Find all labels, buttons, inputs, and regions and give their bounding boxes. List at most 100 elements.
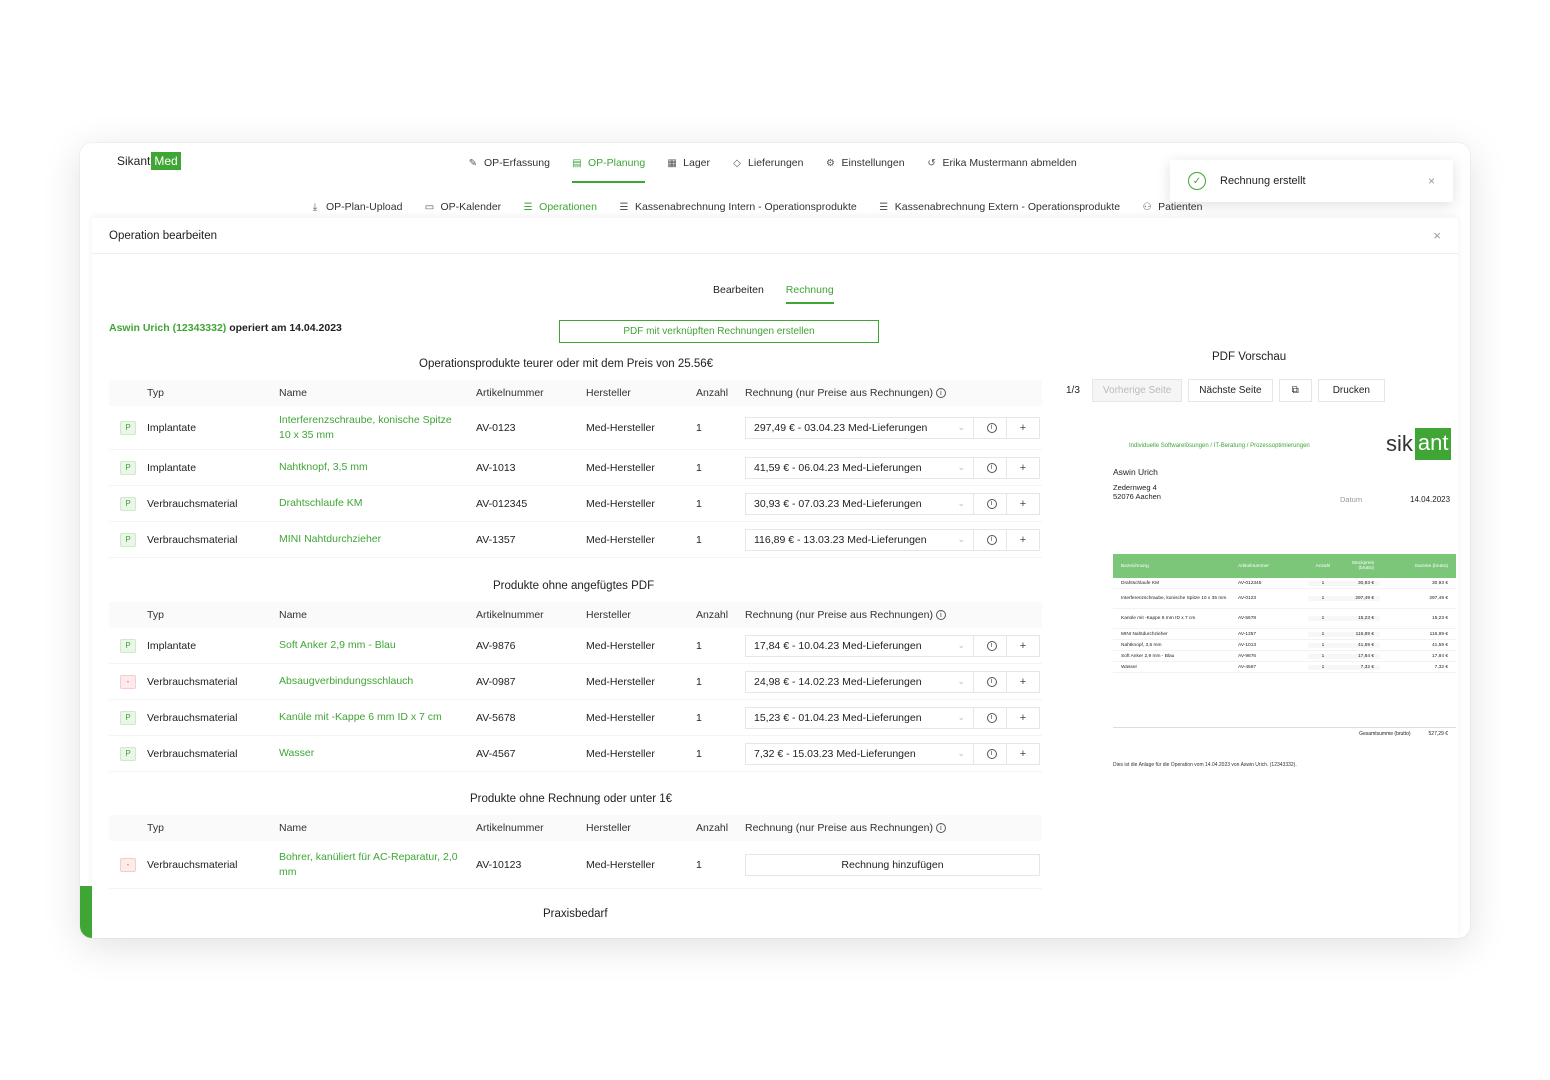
product-name-link[interactable]: Soft Anker 2,9 mm - Blau [279, 639, 396, 651]
invoice-cell: 30,93 € - 07.03.23 Med-Lieferungen ⌄ i + [745, 492, 1042, 515]
pdf-table-row: Interferenzschraube, konische Spitze 10 … [1113, 589, 1456, 609]
nav-item-lager[interactable]: ▦ Lager [667, 154, 710, 172]
invoice-select[interactable]: 30,93 € - 07.03.23 Med-Lieferungen ⌄ [745, 492, 974, 515]
product-name-link[interactable]: Bohrer, kanüliert für AC-Reparatur, 2,0 … [279, 851, 458, 878]
info-button[interactable]: i [974, 492, 1007, 515]
table-products-no-invoice: Typ Name Artikelnummer Hersteller Anzahl Rech… [109, 815, 1042, 889]
logo-badge: Med [151, 152, 181, 170]
manufacturer-cell: Med-Hersteller [586, 421, 655, 434]
info-button[interactable]: i [974, 456, 1007, 479]
patient-name-link[interactable]: Aswin Urich (12343332) [109, 322, 226, 334]
invoice-cell: 7,32 € - 15.03.23 Med-Lieferungen ⌄ i + [745, 742, 1042, 765]
invoice-select[interactable]: 24,98 € - 14.02.23 Med-Lieferungen ⌄ [745, 670, 974, 693]
quantity-cell: 1 [696, 533, 702, 546]
nav-item-operationen[interactable]: ☰ Operationen [523, 198, 597, 216]
pdf-cell: 17,84 € [1338, 653, 1380, 659]
nav-item-einstellungen[interactable]: ⚙ Einstellungen [825, 154, 905, 172]
article-number-cell: AV-1013 [476, 461, 516, 474]
pdf-cell: Interferenzschraube, konische Spitze 10 … [1121, 596, 1227, 601]
table-row: P Implantate Nahtknopf, 3,5 mm AV-1013 Med-H… [109, 450, 1042, 486]
product-name-link[interactable]: Interferenzschraube, konische Spitze 10 … [279, 414, 452, 441]
invoice-select-value: 24,98 € - 14.02.23 Med-Lieferungen [754, 675, 922, 688]
manufacturer-cell: Med-Hersteller [586, 497, 655, 510]
product-name-link[interactable]: Drahtschlaufe KM [279, 497, 362, 509]
type-badge: P [120, 746, 136, 761]
pdf-total-value: 527,29 € [1428, 731, 1448, 737]
invoice-cell: Rechnung hinzufügen [745, 853, 1042, 876]
info-button[interactable]: i [974, 742, 1007, 765]
product-name-link[interactable]: Kanüle mit -Kappe 6 mm ID x 7 cm [279, 711, 442, 723]
pdf-cell: AV-0123 [1238, 596, 1257, 601]
info-button[interactable]: i [974, 706, 1007, 729]
tab-rechnung[interactable]: Rechnung [785, 284, 834, 304]
info-icon[interactable]: i [935, 610, 946, 620]
logo[interactable]: Sikant Med [117, 152, 181, 170]
invoice-select[interactable]: 41,59 € - 06.04.23 Med-Lieferungen ⌄ [745, 456, 974, 479]
info-button[interactable]: i [974, 634, 1007, 657]
nav-item-op-kalender[interactable]: ▭ OP-Kalender [424, 198, 501, 216]
badge-cell: P [109, 460, 147, 475]
sub-nav: ⤓ OP-Plan-Upload ▭ OP-Kalender ☰ Operationen ☰… [310, 198, 1203, 216]
nav-item-op-plan-upload[interactable]: ⤓ OP-Plan-Upload [310, 198, 403, 216]
section-title-expensive: Operationsprodukte teurer oder mit dem P… [419, 358, 714, 370]
info-icon[interactable]: i [935, 823, 946, 833]
pdf-column-header: Artikelnummer [1238, 563, 1269, 569]
create-pdf-button[interactable]: PDF mit verknüpften Rechnungen erstellen [559, 320, 879, 343]
chevron-down-icon: ⌄ [957, 498, 965, 508]
plus-icon[interactable]: + [1007, 670, 1040, 693]
invoice-select[interactable]: 7,32 € - 15.03.23 Med-Lieferungen ⌄ [745, 742, 974, 765]
next-page-button[interactable]: Nächste Seite [1188, 379, 1273, 402]
invoice-select[interactable]: 116,89 € - 13.03.23 Med-Lieferungen ⌄ [745, 528, 974, 551]
invoice-select[interactable]: 17,84 € - 10.04.23 Med-Lieferungen ⌄ [745, 634, 974, 657]
nav-icon: ☰ [879, 201, 889, 213]
print-button[interactable]: Drucken [1317, 379, 1385, 402]
nav-item-kassenabrechnung-extern-operationsprodukte[interactable]: ☰ Kassenabrechnung Extern - Operationspro… [879, 198, 1120, 216]
plus-icon[interactable]: + [1007, 492, 1040, 515]
section-title-no-pdf: Produkte ohne angefügtes PDF [493, 580, 655, 592]
badge-cell: P [109, 638, 147, 653]
pdf-column-header: Summe (brutto) [1414, 563, 1448, 569]
product-name-link[interactable]: Nahtknopf, 3,5 mm [279, 461, 368, 473]
nav-label: Kassenabrechnung Extern - Operationsprod… [894, 201, 1121, 213]
operation-date-text: operiert am 14.04.2023 [226, 322, 342, 334]
previous-page-button[interactable]: Vorherige Seite [1091, 379, 1183, 402]
type-badge: - [120, 857, 136, 872]
table-row: P Verbrauchsmaterial MINI Nahtdurchzieher A… [109, 522, 1042, 558]
pdf-cell: 30,93 € [1431, 580, 1448, 586]
nav-item-lieferungen[interactable]: ◇ Lieferungen [732, 154, 803, 172]
invoice-select[interactable]: 15,23 € - 01.04.23 Med-Lieferungen ⌄ [745, 706, 974, 729]
pdf-cell: AV-4567 [1238, 664, 1257, 670]
copy-icon[interactable]: ⧉ [1278, 379, 1312, 402]
info-button[interactable]: i [974, 528, 1007, 551]
info-icon[interactable]: i [935, 388, 946, 398]
column-header-hersteller: Hersteller [586, 822, 631, 834]
pdf-cell: 1 [1308, 580, 1338, 586]
plus-icon[interactable]: + [1007, 528, 1040, 551]
pdf-cell: 1 [1308, 642, 1338, 648]
close-icon[interactable]: × [1428, 174, 1435, 188]
tab-bearbeiten[interactable]: Bearbeiten [713, 284, 764, 304]
info-button[interactable]: i [974, 416, 1007, 439]
nav-item-op-erfassung[interactable]: ✎ OP-Erfassung [468, 154, 550, 172]
nav-item-erika-mustermann-abmelden[interactable]: ↺ Erika Mustermann abmelden [927, 154, 1076, 172]
product-name-link[interactable]: Absaugverbindungsschlauch [279, 675, 413, 687]
nav-label: Lieferungen [748, 157, 804, 169]
badge-cell: P [109, 420, 147, 435]
pdf-invoice-table: Bezeichnung Artikelnummer Anzahl Stückpreis… [1113, 554, 1456, 673]
pdf-preview-title: PDF Vorschau [1212, 351, 1287, 363]
nav-item-kassenabrechnung-intern-operationsprodukte[interactable]: ☰ Kassenabrechnung Intern - Operationspro… [619, 198, 856, 216]
plus-icon[interactable]: + [1007, 742, 1040, 765]
close-icon[interactable]: × [1433, 228, 1441, 243]
plus-icon[interactable]: + [1007, 634, 1040, 657]
plus-icon[interactable]: + [1007, 416, 1040, 439]
nav-item-op-planung[interactable]: ▤ OP-Planung [571, 154, 646, 183]
info-button[interactable]: i [974, 670, 1007, 693]
quantity-cell: 1 [696, 497, 702, 510]
invoice-select[interactable]: 297,49 € - 03.04.23 Med-Lieferungen ⌄ [745, 416, 974, 439]
add-invoice-button[interactable]: Rechnung hinzufügen [745, 853, 1040, 876]
plus-icon[interactable]: + [1007, 706, 1040, 729]
product-name-link[interactable]: Wasser [279, 747, 314, 759]
plus-icon[interactable]: + [1007, 456, 1040, 479]
pdf-column-header: Anzahl [1315, 563, 1331, 569]
product-name-link[interactable]: MINI Nahtdurchzieher [279, 533, 381, 545]
